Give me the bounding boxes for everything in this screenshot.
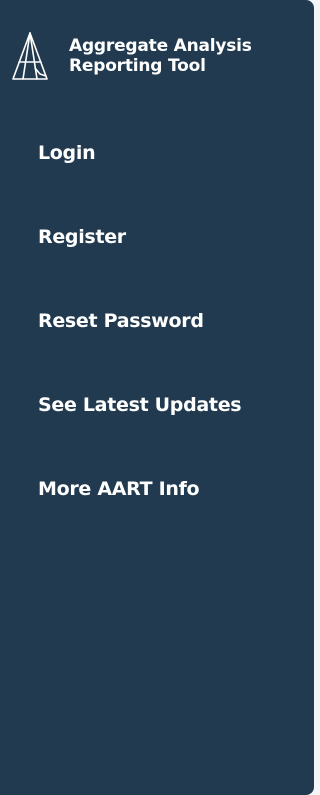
nav-reset-password-link[interactable]: Reset Password [38, 307, 241, 335]
aart-logo-icon [12, 32, 48, 80]
nav-register-link[interactable]: Register [38, 223, 241, 251]
nav-more-info-link[interactable]: More AART Info [38, 475, 241, 503]
app-title-line-1: Aggregate Analysis [69, 36, 252, 56]
app-title-line-2: Reporting Tool [69, 56, 206, 76]
nav-latest-updates-link[interactable]: See Latest Updates [38, 391, 242, 419]
brand-header[interactable]: Aggregate Analysis Reporting Tool [10, 30, 252, 82]
nav-login-link[interactable]: Login [38, 139, 241, 167]
nav-menu: Login Register Reset Password See Latest… [38, 139, 242, 559]
sidebar: Aggregate Analysis Reporting Tool Login … [0, 0, 314, 795]
app-title: Aggregate Analysis Reporting Tool [69, 36, 252, 76]
